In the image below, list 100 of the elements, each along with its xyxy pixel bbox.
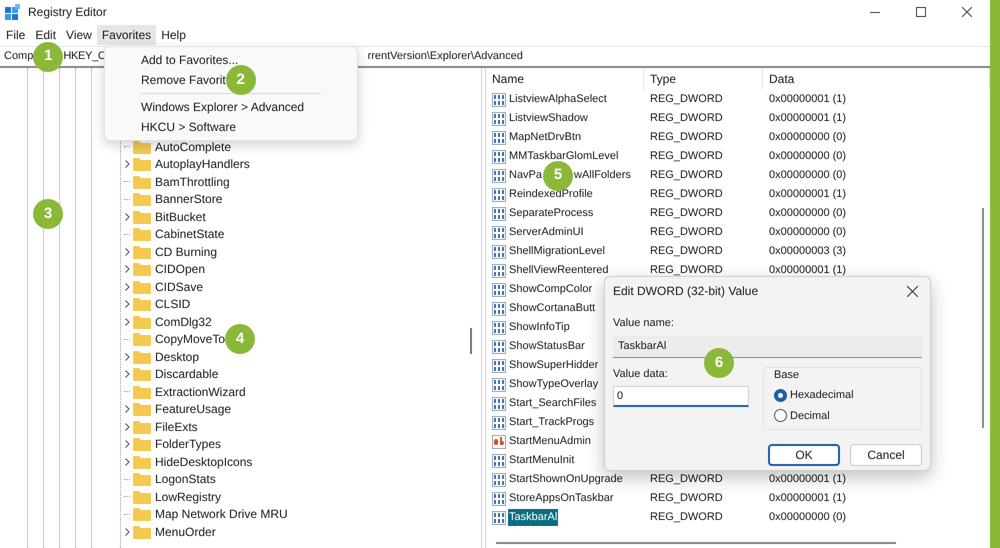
value-name-cell[interactable]: TaskbarAl <box>508 509 558 526</box>
dialog-button[interactable]: OK <box>768 444 840 466</box>
tree-item[interactable]: CIDOpen <box>155 260 206 278</box>
expand-chevron-icon[interactable] <box>124 265 130 274</box>
value-name-field[interactable]: TaskbarAl <box>613 336 922 358</box>
value-name-cell[interactable]: MapNetDrvBtn <box>508 129 582 146</box>
value-name-cell[interactable]: StartMenuInit <box>508 452 576 469</box>
folder-icon <box>133 437 151 452</box>
window-title: Registry Editor <box>28 4 107 21</box>
tree-item[interactable]: CabinetState <box>155 225 224 244</box>
menu-entry[interactable]: HKCU > Software <box>105 117 236 137</box>
value-name-cell[interactable]: Start_SearchFiles <box>508 395 598 412</box>
value-name-cell[interactable]: ShellMigrationLevel <box>508 243 606 260</box>
tree-item[interactable]: BamThrottling <box>155 172 230 191</box>
value-name-cell[interactable]: ShellViewReentered <box>508 262 610 279</box>
tree-item[interactable]: BitBucket <box>155 208 206 226</box>
tree-item[interactable]: CLSID <box>155 295 190 314</box>
binary-value-icon <box>492 492 506 506</box>
expand-chevron-icon[interactable] <box>124 160 130 168</box>
value-name-cell[interactable]: Start_TrackProgs <box>508 414 596 431</box>
value-type-cell: REG_DWORD <box>650 264 723 276</box>
expand-chevron-icon[interactable] <box>124 318 130 326</box>
tree-item[interactable]: BannerStore <box>155 190 222 208</box>
radio-button[interactable] <box>774 409 787 422</box>
tree-item[interactable]: AutoComplete <box>155 138 232 156</box>
binary-value-icon <box>492 130 506 144</box>
folder-icon <box>133 490 151 504</box>
expand-chevron-icon[interactable] <box>124 422 130 431</box>
expand-chevron-icon[interactable] <box>124 528 130 536</box>
value-name-cell[interactable]: SeparateProcess <box>508 205 594 222</box>
expand-chevron-icon[interactable] <box>124 282 130 291</box>
address-text: Comp <box>4 49 34 64</box>
value-name-cell[interactable]: StartMenuAdmin <box>508 433 592 450</box>
value-type-cell: REG_DWORD <box>650 492 723 504</box>
folder-icon <box>133 210 151 224</box>
tree-item[interactable]: FeatureUsage <box>155 400 232 418</box>
value-name-cell[interactable]: ShowStatusBar <box>508 338 586 355</box>
value-name-cell[interactable]: NavPa <box>508 167 544 184</box>
close-icon[interactable] <box>907 286 918 296</box>
value-name-cell[interactable]: wAllFolders <box>573 167 632 184</box>
binary-value-icon <box>492 112 506 126</box>
folder-icon <box>133 140 151 154</box>
value-name-cell[interactable]: ListviewShadow <box>508 110 589 127</box>
expand-chevron-icon[interactable] <box>124 440 130 448</box>
value-name-cell[interactable]: ShowCompColor <box>508 281 594 298</box>
tree-item[interactable]: ComDlg32 <box>155 312 212 331</box>
tree-item[interactable]: Map Network Drive MRU <box>155 505 288 524</box>
value-data-cell: 0x00000000 (0) <box>769 150 846 162</box>
value-name-cell[interactable]: ShowTypeOverlay <box>508 376 600 393</box>
expand-chevron-icon[interactable] <box>124 248 130 256</box>
expand-chevron-icon[interactable] <box>124 458 130 466</box>
menu-entry[interactable]: Remove Favorit <box>105 70 226 90</box>
value-name-cell[interactable]: StartShownOnUpgrade <box>508 471 624 488</box>
dialog-button[interactable]: Cancel <box>850 444 922 466</box>
value-data-field[interactable]: 0 <box>613 386 749 407</box>
column-header[interactable]: Type <box>644 68 763 90</box>
expand-chevron-icon[interactable] <box>124 405 130 414</box>
tree-item[interactable]: CIDSave <box>155 278 204 296</box>
tree-item[interactable]: CD Burning <box>155 242 218 261</box>
value-name-cell[interactable]: ServerAdminUI <box>508 224 585 241</box>
numbered-callout: 3 <box>33 199 63 229</box>
string-value-icon <box>492 434 506 448</box>
radio-button[interactable] <box>774 388 787 402</box>
menu-item[interactable]: File <box>1 25 30 45</box>
column-header[interactable]: Name <box>486 68 644 90</box>
value-data-cell: 0x00000001 (1) <box>769 473 846 486</box>
menu-entry[interactable]: Windows Explorer > Advanced <box>105 97 304 117</box>
menu-item[interactable]: Favorites <box>96 25 156 45</box>
value-data-cell: 0x00000001 (1) <box>769 492 846 504</box>
folder-icon <box>133 314 151 329</box>
address-text: HKEY_C <box>63 49 106 64</box>
tree-item[interactable]: FileExts <box>155 418 198 436</box>
tree-item[interactable]: CopyMoveTo <box>155 330 226 348</box>
value-data-cell: 0x00000000 (0) <box>769 169 846 182</box>
tree-item[interactable]: Discardable <box>155 365 218 384</box>
menu-item[interactable]: View <box>61 25 97 45</box>
expand-chevron-icon[interactable] <box>124 300 130 308</box>
value-name-cell[interactable]: ShowInfoTip <box>508 319 571 336</box>
expand-chevron-icon[interactable] <box>124 370 130 378</box>
expand-chevron-icon[interactable] <box>124 212 130 221</box>
tree-item[interactable]: ExtractionWizard <box>155 382 246 401</box>
tree-item[interactable]: AutoplayHandlers <box>155 155 250 174</box>
tree-item[interactable]: LogonStats <box>155 470 216 488</box>
tree-item[interactable]: HideDesktopIcons <box>155 452 252 471</box>
vertical-scrollbar-thumb[interactable] <box>982 208 984 428</box>
folder-icon <box>133 420 151 434</box>
value-name-cell[interactable]: ShowCortanaButt <box>508 300 596 317</box>
value-name-cell[interactable]: StoreAppsOnTaskbar <box>508 490 615 507</box>
folder-icon <box>133 297 151 312</box>
tree-item[interactable]: MenuOrder <box>155 522 216 541</box>
tree-item[interactable]: Desktop <box>155 348 200 366</box>
tree-item[interactable]: FolderTypes <box>155 435 222 454</box>
value-name-cell[interactable]: ShowSuperHidder <box>508 357 600 374</box>
menu-item[interactable]: Help <box>156 25 191 45</box>
value-name-cell[interactable]: ListviewAlphaSelect <box>508 91 608 108</box>
folder-icon <box>133 280 151 294</box>
radio-label: Decimal <box>790 408 830 424</box>
expand-chevron-icon[interactable] <box>124 352 130 361</box>
tree-item[interactable]: LowRegistry <box>155 488 222 506</box>
horizontal-scrollbar-thumb[interactable] <box>496 542 896 544</box>
